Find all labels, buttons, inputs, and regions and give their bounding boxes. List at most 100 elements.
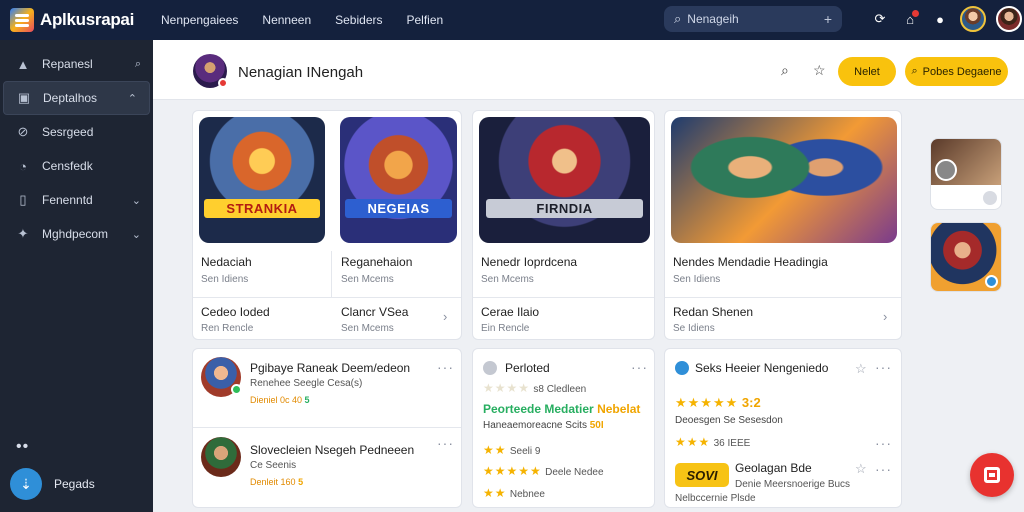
game-subtitle: Sen Mcems [341, 274, 394, 285]
star-rating-icon: ★★★★★ [483, 464, 542, 478]
rating-text: 36 IEEE [713, 438, 751, 449]
star-icon[interactable]: ☆ [855, 461, 867, 477]
review-desc: Deoesgen Se Sesesdon [675, 415, 783, 426]
pin-icon: ⇣ [10, 468, 42, 500]
list-item[interactable]: Pgibaye Raneak Deem/edeon Renehee Seegle… [193, 349, 461, 429]
help-icon[interactable]: ● [930, 9, 950, 29]
more-options-icon[interactable]: ··· [875, 461, 892, 477]
star-icon[interactable]: ☆ [855, 361, 867, 377]
rating-row: ★★★ 36 IEEE [675, 435, 750, 449]
sync-icon[interactable]: ⟳ [870, 9, 890, 29]
top-nav-item[interactable]: Sebiders [335, 13, 382, 27]
game-banner: NEGEIAS [344, 198, 453, 218]
user-icon [483, 361, 497, 375]
rating-text: Deele Nedee [545, 467, 604, 478]
eye-icon [983, 191, 997, 205]
top-nav: Nenpengaiees Nenneen Sebiders Pelfien [161, 13, 443, 27]
sidebar-item-label: Deptalhos [43, 91, 98, 105]
search-icon: ⌕ [911, 65, 918, 77]
rating-text: Seeli 9 [509, 446, 541, 457]
review-card[interactable]: Perloted ··· ★★★★ s8 Cledleen Peorteede … [472, 348, 655, 508]
item-title: Clancr VSea [341, 305, 409, 319]
top-nav-item[interactable]: Nenpengaiees [161, 13, 238, 27]
item-subtitle: Ren Rencle [201, 323, 254, 334]
sidebar-item-mghdpecom[interactable]: ✦ Mghdpecom ⌄ [0, 217, 153, 251]
avatar[interactable] [960, 6, 986, 32]
top-bar: Aplkusrapai Nenpengaiees Nenneen Sebider… [0, 0, 1024, 40]
search-input[interactable] [687, 12, 818, 26]
list-item-meta: Dieniel 0c 40 5 [250, 395, 310, 405]
floating-action-button[interactable] [970, 453, 1014, 497]
avatar[interactable] [193, 54, 228, 88]
top-actions: ⟳ ⌂ ● [870, 6, 1022, 32]
rail-thumbnail[interactable] [930, 138, 1002, 210]
sidebar-item-deptalhos[interactable]: ▣ Deptalhos ⌃ [3, 81, 150, 115]
item-title: Cedeo Ioded [201, 305, 270, 319]
sidebar-footer[interactable]: ⇣ Pegads [10, 468, 95, 500]
chevron-right-icon[interactable]: › [883, 309, 887, 324]
list-card: Pgibaye Raneak Deem/edeon Renehee Seegle… [192, 348, 462, 508]
verified-icon [675, 361, 689, 375]
game-thumbnail[interactable] [671, 117, 897, 243]
review-title: Seks Heeier Nengeniedo [695, 361, 829, 375]
rating-row: ★★ Seeli 9 [483, 443, 540, 457]
sidebar-item-fenenntd[interactable]: ▯ Fenenntd ⌄ [0, 183, 153, 217]
search-icon: ⌕ [134, 57, 141, 70]
highlight-row: Peorteede Medatier Nebelat [483, 402, 640, 416]
featured-card[interactable]: STRANKIA NEGEIAS Nedaciah Sen Idiens Reg… [192, 110, 462, 340]
rating-row: ★★★★ s8 Cledleen [483, 381, 586, 395]
list-item-subtitle: Ce Seenis [250, 460, 297, 471]
game-thumbnail[interactable]: STRANKIA [199, 117, 325, 243]
list-item[interactable]: Slovecleien Nsegeh Pedneeen Ce Seenis De… [193, 429, 461, 509]
star-rating-icon: ★★★ [675, 435, 711, 449]
add-icon[interactable]: + [824, 11, 832, 27]
divider [193, 297, 461, 298]
rating-row: ★★★★★ 3:2 [675, 395, 761, 411]
more-options-icon[interactable]: ··· [631, 359, 648, 375]
search-box[interactable]: ⌕ + [664, 6, 842, 32]
featured-card[interactable]: FIRNDIA Nenedr Ioprdcena Sen Mcems Cerae… [472, 110, 655, 340]
item-title: Geolagan Bde [735, 461, 812, 475]
desc-text: Haneaemoreacne Scits [483, 420, 587, 431]
avatar[interactable] [996, 6, 1022, 32]
game-logo: SOVI [675, 463, 729, 487]
rail-thumbnail[interactable] [930, 222, 1002, 292]
game-thumbnail[interactable]: NEGEIAS [340, 117, 457, 243]
review-title: Perloted [505, 361, 550, 375]
avatar [201, 437, 241, 477]
meta-tag: 5 [304, 395, 310, 405]
featured-card[interactable]: Nendes Mendadie Headingia Sen Idiens Red… [664, 110, 902, 340]
sidebar-item-repanesl[interactable]: ▲ Repanesl ⌕ [0, 47, 153, 81]
chevron-right-icon[interactable]: › [443, 309, 447, 324]
game-title: Nenedr Ioprdcena [481, 255, 578, 269]
divider [193, 427, 461, 428]
verified-icon [985, 275, 998, 288]
more-options-icon[interactable]: ··· [437, 359, 454, 375]
list-item-subtitle: Renehee Seegle Cesa(s) [250, 378, 363, 389]
divider [665, 297, 901, 298]
more-options-icon[interactable]: ··· [437, 435, 454, 451]
more-options-icon[interactable]: ··· [875, 359, 892, 375]
archive-icon: ▣ [17, 90, 31, 105]
more-options-icon[interactable]: ··· [875, 435, 892, 451]
link-icon: ⊘ [17, 124, 29, 139]
sidebar-item-sesrgeed[interactable]: ⊘ Sesrgeed [0, 115, 153, 149]
more-icon[interactable]: •• [16, 438, 29, 456]
review-card[interactable]: Seks Heeier Nengeniedo ☆ ··· ★★★★★ 3:2 D… [664, 348, 902, 508]
star-rating-icon: ★★ [483, 486, 507, 500]
brand[interactable]: Aplkusrapai [0, 8, 153, 32]
page-title: Nenagian INengah [238, 64, 364, 81]
primary-button[interactable]: Nelet [838, 57, 896, 86]
top-nav-item[interactable]: Nenneen [262, 13, 311, 27]
game-thumbnail[interactable]: FIRNDIA [479, 117, 650, 243]
notification-bell-icon[interactable]: ⌂ [900, 9, 920, 29]
search-button[interactable]: ⌕ Pobes Degaene [905, 57, 1008, 86]
rating-row: ★★ Nebnee [483, 486, 545, 500]
sidebar-item-censfedk[interactable]: ◔ Censfedk [0, 149, 153, 183]
search-icon[interactable]: ⌕ [781, 62, 789, 79]
top-nav-item[interactable]: Pelfien [407, 13, 444, 27]
review-desc: Haneaemoreacne Scits 50I [483, 420, 604, 431]
status-badge [231, 384, 242, 395]
pill-text: 50I [589, 420, 604, 431]
star-icon[interactable]: ☆ [813, 62, 826, 79]
